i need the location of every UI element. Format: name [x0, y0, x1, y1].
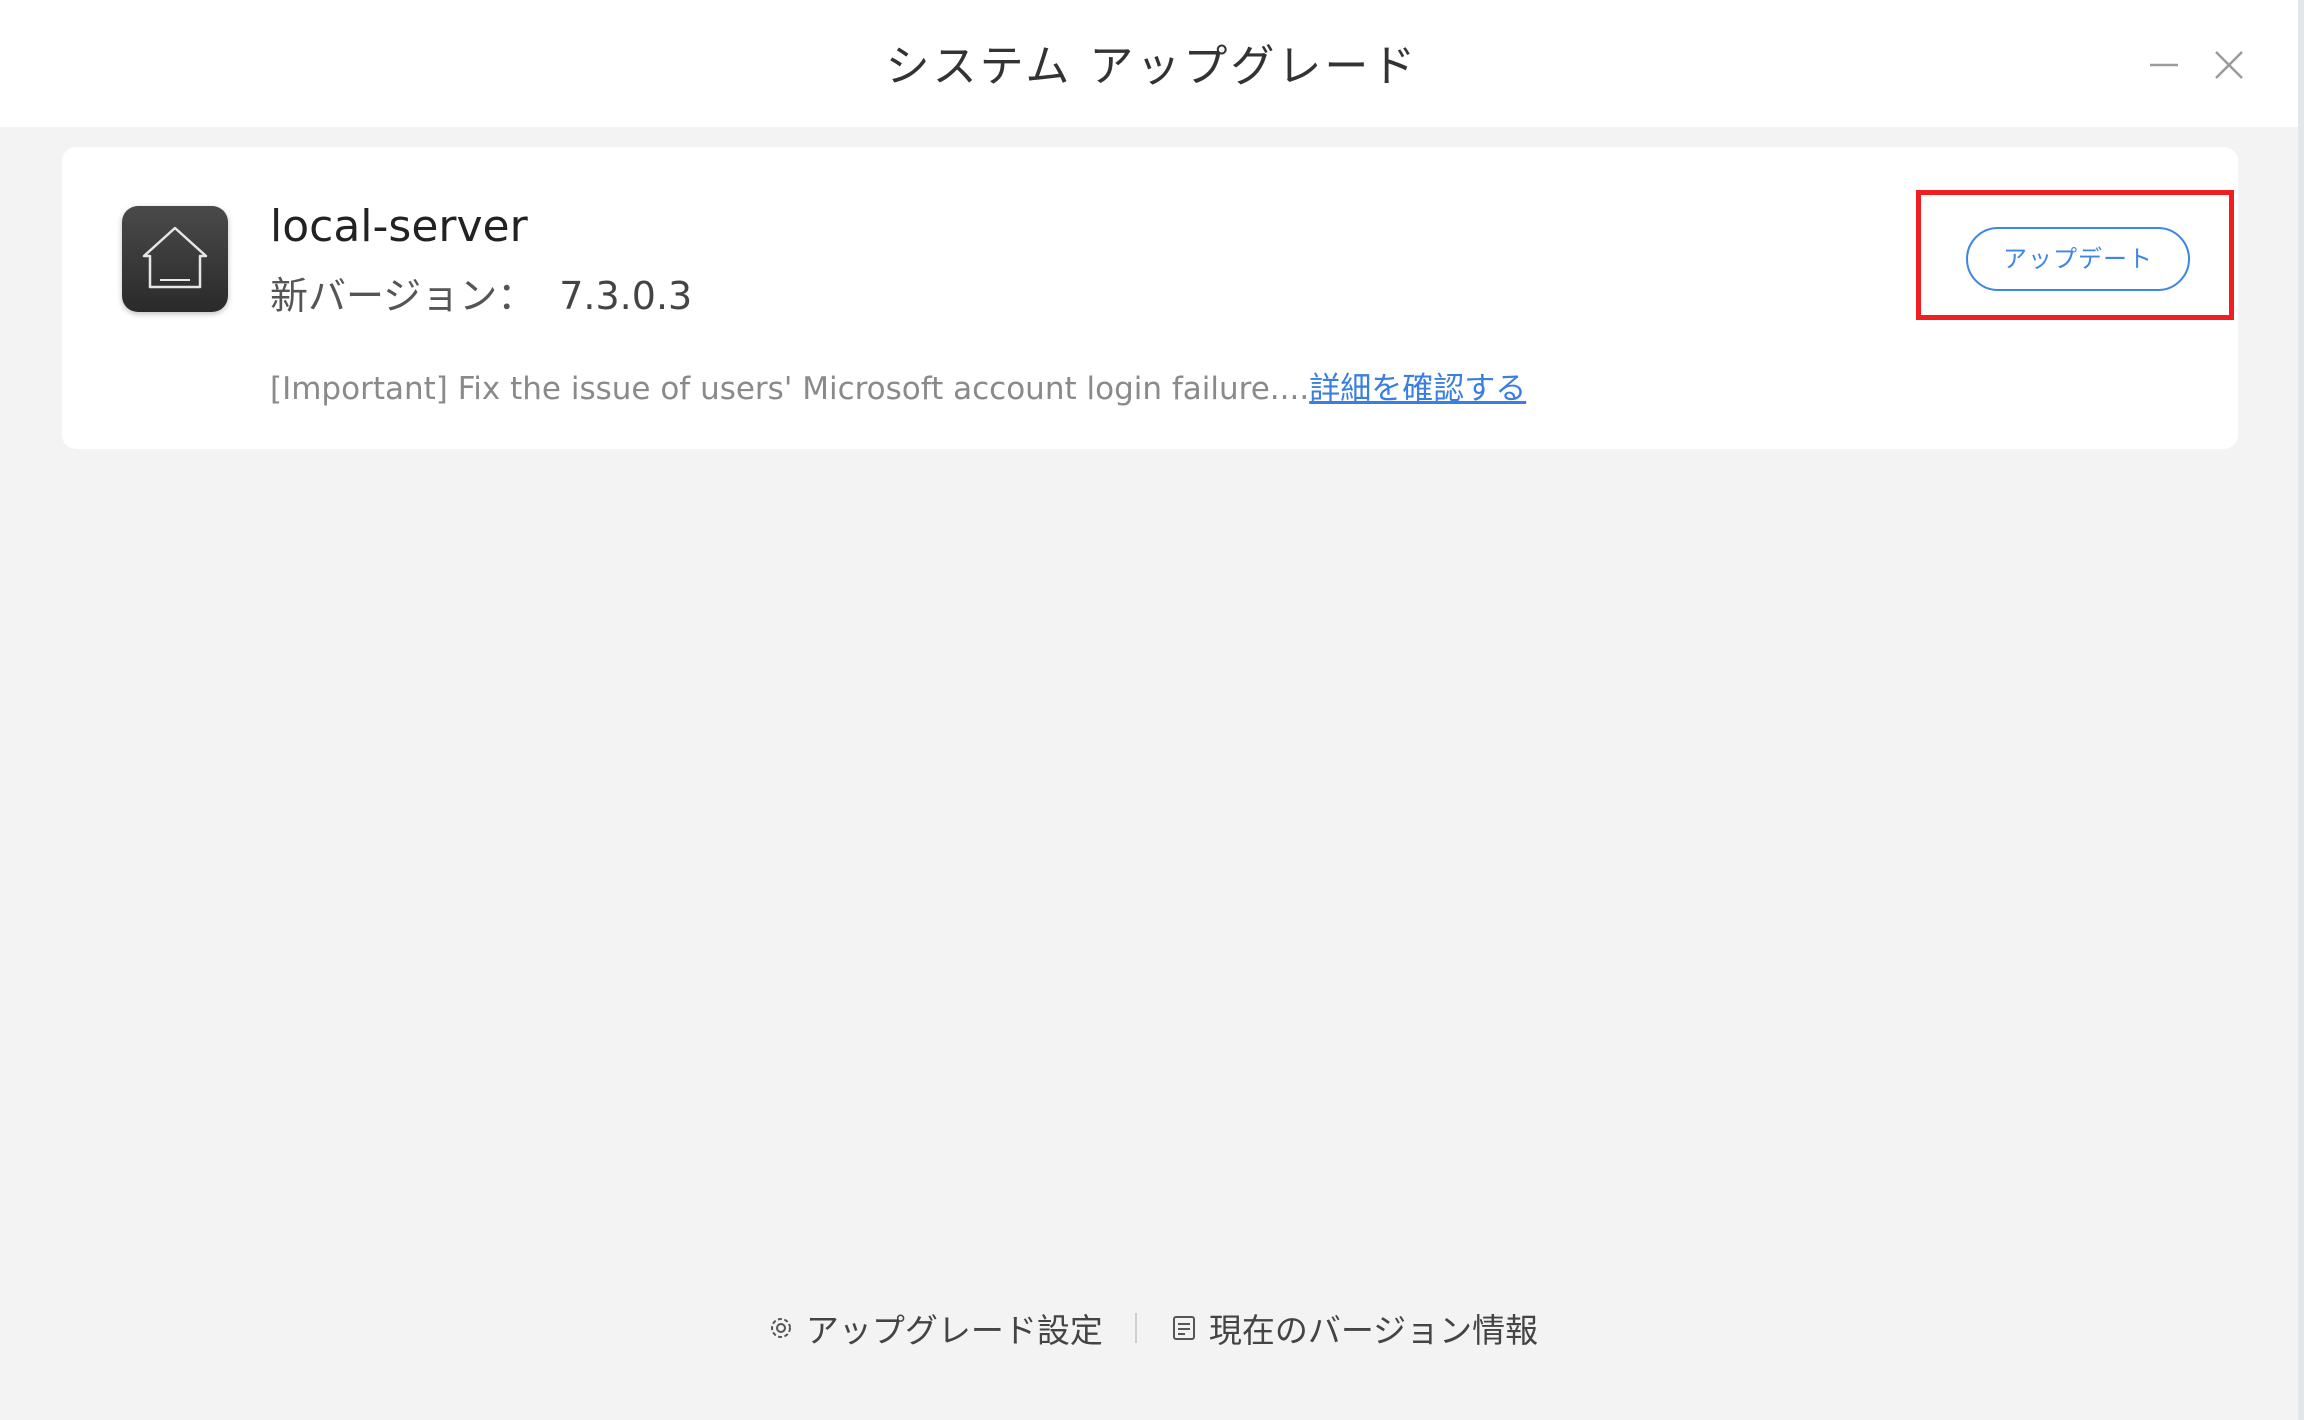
- upgrade-settings-link[interactable]: アップグレード設定: [766, 1304, 1103, 1352]
- version-value: 7.3.0.3: [559, 274, 693, 318]
- window-title: システム アップグレード: [885, 41, 1419, 92]
- version-label: 新バージョン：: [270, 274, 536, 318]
- update-button[interactable]: アップデート: [1966, 227, 2190, 291]
- app-icon: [122, 206, 228, 312]
- version-info-link[interactable]: 現在のバージョン情報: [1169, 1304, 1538, 1352]
- close-icon: [2215, 51, 2243, 79]
- update-description: [Important] Fix the issue of users' Micr…: [270, 363, 1526, 408]
- version-info-label: 現在のバージョン情報: [1208, 1311, 1539, 1350]
- upgrade-settings-label: アップグレード設定: [805, 1311, 1103, 1350]
- window-edge: [2298, 0, 2304, 1420]
- minimize-button[interactable]: [2138, 40, 2188, 90]
- description-text: [Important] Fix the issue of users' Micr…: [270, 371, 1310, 407]
- home-icon: [142, 226, 208, 289]
- app-name: local-server: [270, 201, 528, 252]
- details-link[interactable]: 詳細を確認する: [1309, 371, 1526, 407]
- minimize-icon: [2150, 63, 2178, 67]
- document-icon: [1172, 1316, 1195, 1340]
- title-bar: システム アップグレード: [0, 0, 2304, 127]
- footer: アップグレード設定 現在のバージョン情報: [0, 1304, 2304, 1352]
- gear-icon: [770, 1318, 791, 1338]
- footer-divider: [1134, 1313, 1137, 1343]
- close-button[interactable]: [2204, 40, 2254, 90]
- update-card: local-server 新バージョン： 7.3.0.3 [Important] …: [62, 147, 2238, 449]
- version-row: 新バージョン： 7.3.0.3: [270, 265, 692, 320]
